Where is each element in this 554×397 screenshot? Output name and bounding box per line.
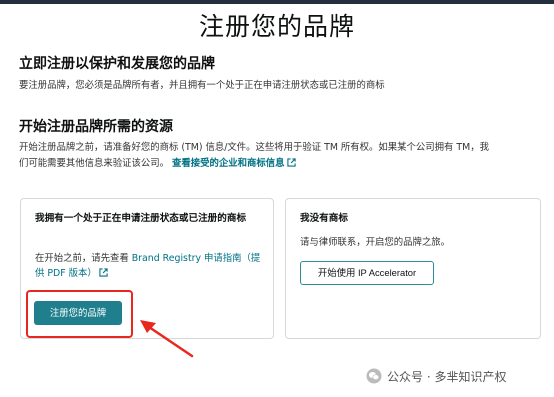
has-trademark-text-prefix: 在开始之前，请先查看 — [35, 253, 132, 264]
register-brand-button[interactable]: 注册您的品牌 — [34, 301, 122, 325]
resources-text-line2-label: 们可能需要其他信息来验证该公司。 — [19, 158, 170, 169]
page-title: 注册您的品牌 — [198, 12, 355, 41]
top-bar — [0, 0, 554, 4]
has-trademark-text: 在开始之前，请先查看 Brand Registry 申请指南（提供 PDF 版本… — [35, 251, 267, 281]
resources-heading: 开始注册品牌所需的资源 — [19, 119, 173, 135]
wechat-icon — [366, 368, 382, 384]
intro-text: 要注册品牌，您必须是品牌所有者，并且拥有一个处于正在申请注册状态或已注册的商标 — [19, 80, 385, 91]
red-arrow-icon — [140, 320, 194, 358]
no-trademark-card: 我没有商标 请与律师联系，开启您的品牌之旅。 开始使用 IP Accelerat… — [285, 198, 541, 339]
intro-heading: 立即注册以保护和发展您的品牌 — [19, 56, 215, 72]
external-link-icon — [99, 268, 108, 277]
accepted-info-link-label: 查看接受的企业和商标信息 — [172, 158, 285, 169]
external-link-icon — [286, 158, 296, 167]
watermark: 公众号 · 多芈知识产权 — [366, 367, 506, 385]
no-trademark-text: 请与律师联系，开启您的品牌之旅。 — [300, 237, 451, 248]
resources-text-line2: 们可能需要其他信息来验证该公司。 查看接受的企业和商标信息 — [19, 156, 296, 172]
has-trademark-title: 我拥有一个处于正在申请注册状态或已注册的商标 — [35, 213, 247, 224]
no-trademark-title: 我没有商标 — [300, 213, 348, 224]
resources-text-line1: 开始注册品牌之前，请准备好您的商标 (TM) 信息/文件。这些将用于验证 TM … — [19, 142, 489, 153]
watermark-text: 公众号 · 多芈知识产权 — [387, 369, 507, 384]
accepted-info-link[interactable]: 查看接受的企业和商标信息 — [172, 158, 296, 169]
ip-accelerator-button[interactable]: 开始使用 IP Accelerator — [300, 261, 434, 285]
